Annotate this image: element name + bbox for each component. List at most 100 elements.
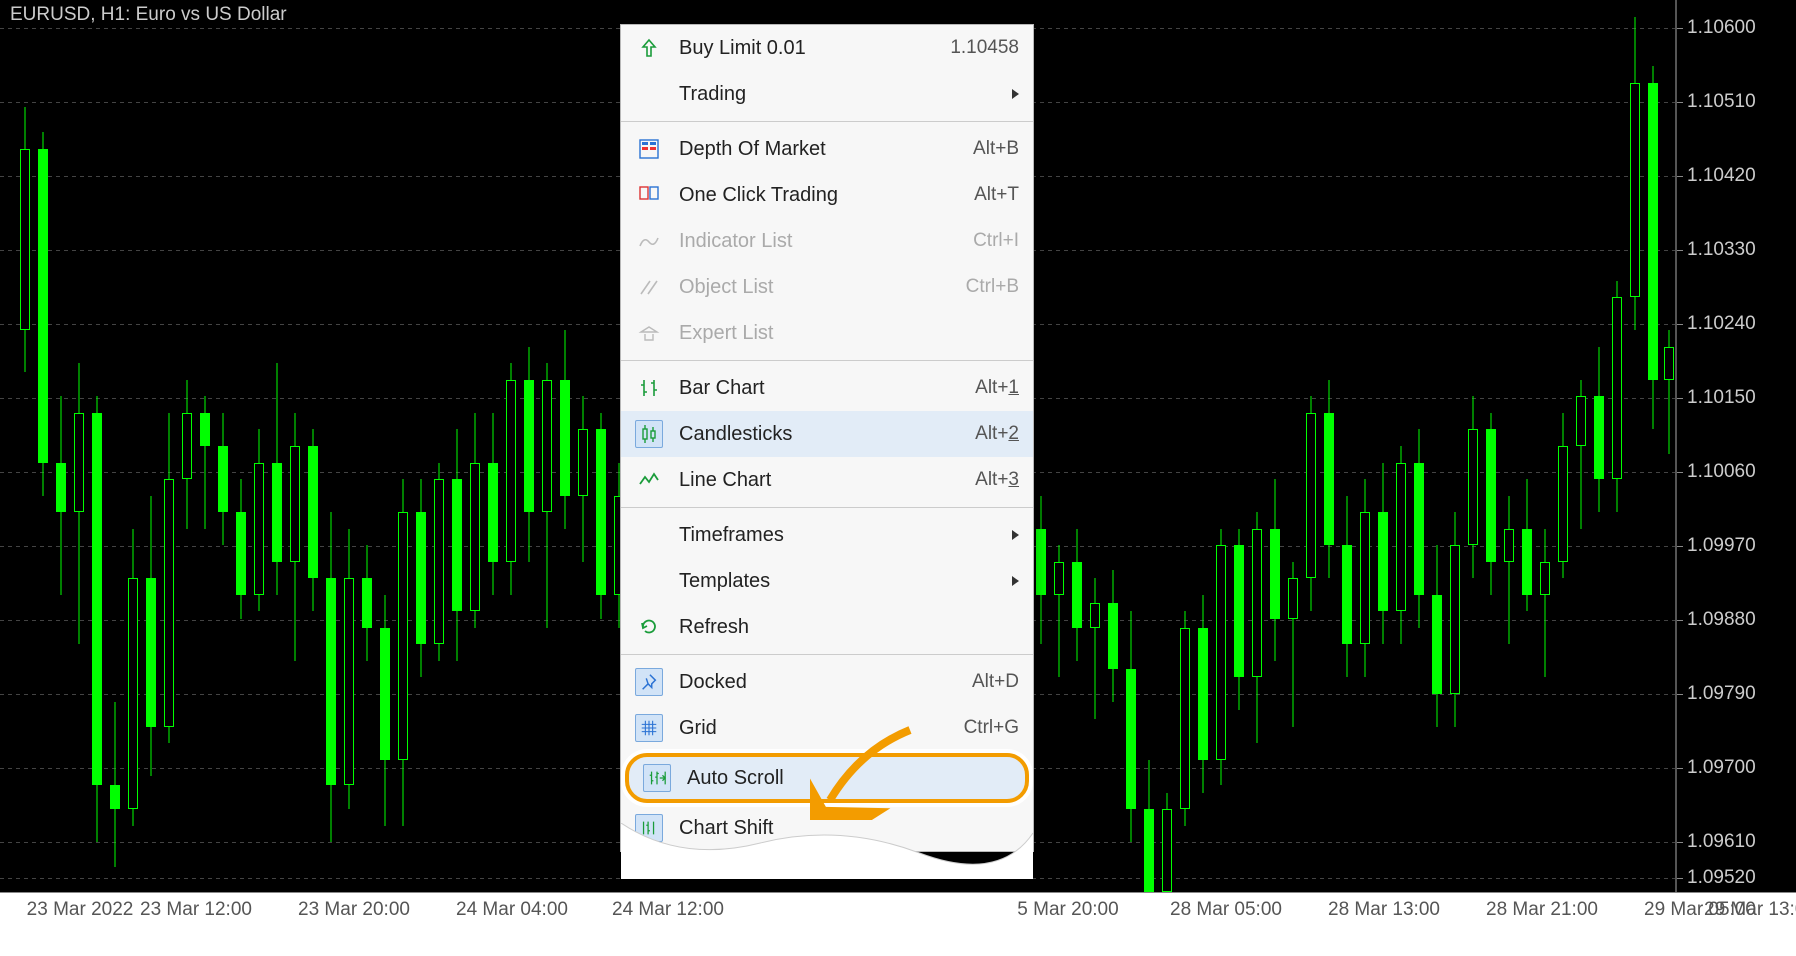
menu-label: Trading: [679, 83, 996, 106]
menu-docked[interactable]: Docked Alt+D: [621, 659, 1033, 705]
expert-icon: [635, 319, 663, 347]
price-label: 1.09520: [1687, 867, 1756, 889]
time-label: 29 Mar 13:00: [1704, 899, 1796, 921]
menu-separator: [621, 121, 1033, 122]
candle: [1144, 760, 1154, 909]
menu-label: Templates: [679, 570, 996, 593]
grid-icon: [635, 714, 663, 742]
pin-icon: [635, 668, 663, 696]
candle: [470, 413, 480, 628]
menu-line-chart[interactable]: Line Chart Alt+3: [621, 457, 1033, 503]
time-label: 28 Mar 05:00: [1170, 899, 1282, 921]
menu-separator: [621, 654, 1033, 655]
menu-templates[interactable]: Templates: [621, 558, 1033, 604]
menu-label: Candlesticks: [679, 423, 959, 446]
menu-bar-chart[interactable]: Bar Chart Alt+1: [621, 365, 1033, 411]
candle: [1234, 529, 1244, 711]
submenu-arrow-icon: [1012, 89, 1019, 99]
menu-buy-limit[interactable]: Buy Limit 0.01 1.10458: [621, 25, 1033, 71]
menu-candlesticks[interactable]: Candlesticks Alt+2: [621, 411, 1033, 457]
menu-object-list: Object List Ctrl+B: [621, 264, 1033, 310]
candle: [344, 529, 354, 810]
shortcut: Alt+1: [975, 377, 1019, 399]
candle: [254, 429, 264, 611]
candle: [1558, 413, 1568, 578]
menu-grid[interactable]: Grid Ctrl+G: [621, 705, 1033, 751]
shortcut: Ctrl+G: [964, 717, 1019, 739]
shortcut: Ctrl+I: [973, 230, 1019, 252]
price-axis: 1.106001.105101.104201.103301.102401.101…: [1676, 0, 1796, 892]
candle: [1414, 429, 1424, 627]
candle: [1648, 66, 1658, 429]
time-axis: 23 Mar 202223 Mar 12:0023 Mar 20:0024 Ma…: [0, 892, 1796, 956]
candle: [1378, 463, 1388, 645]
price-label: 1.09790: [1687, 683, 1756, 705]
candle: [380, 595, 390, 826]
candle: [488, 413, 498, 595]
menu-label: Bar Chart: [679, 377, 959, 400]
time-label: 24 Mar 12:00: [612, 899, 724, 921]
menu-timeframes[interactable]: Timeframes: [621, 512, 1033, 558]
candle: [596, 413, 606, 619]
menu-label: Grid: [679, 717, 948, 740]
candle: [1162, 793, 1172, 892]
menu-separator: [621, 360, 1033, 361]
candle: [1522, 479, 1532, 611]
menu-auto-scroll[interactable]: Auto Scroll: [625, 753, 1029, 803]
menu-torn-edge: [621, 823, 1033, 879]
shortcut: Alt+2: [975, 423, 1019, 445]
menu-trading[interactable]: Trading: [621, 71, 1033, 117]
blank-icon: [635, 567, 663, 595]
price-label: 1.09700: [1687, 757, 1756, 779]
menu-label: Object List: [679, 276, 950, 299]
candle: [218, 413, 228, 545]
shortcut: Alt+B: [973, 138, 1019, 160]
object-list-icon: [635, 273, 663, 301]
time-label: 28 Mar 13:00: [1328, 899, 1440, 921]
candle: [1216, 529, 1226, 785]
menu-label: Depth Of Market: [679, 138, 957, 161]
candle: [362, 545, 372, 661]
menu-expert-list: Expert List: [621, 310, 1033, 356]
candle: [56, 396, 66, 594]
submenu-arrow-icon: [1012, 530, 1019, 540]
blank-icon: [635, 521, 663, 549]
candlestick-icon: [635, 420, 663, 448]
candle: [1324, 380, 1334, 578]
candle: [1252, 512, 1262, 743]
candle: [1540, 529, 1550, 678]
candle: [398, 479, 408, 826]
menu-depth-of-market[interactable]: Depth Of Market Alt+B: [621, 126, 1033, 172]
menu-label: One Click Trading: [679, 184, 958, 207]
context-menu: Buy Limit 0.01 1.10458 Trading Depth Of …: [620, 24, 1034, 852]
candle: [1054, 545, 1064, 677]
menu-refresh[interactable]: Refresh: [621, 604, 1033, 650]
one-click-icon: [635, 181, 663, 209]
candle: [542, 363, 552, 627]
candle: [1504, 496, 1514, 645]
menu-label: Buy Limit 0.01: [679, 37, 934, 60]
menu-label: Refresh: [679, 616, 1019, 639]
candle: [1090, 578, 1100, 718]
candle: [1108, 570, 1118, 702]
time-label: 23 Mar 20:00: [298, 899, 410, 921]
price-label: 1.10060: [1687, 461, 1756, 483]
candle: [1612, 281, 1622, 512]
candle: [1126, 611, 1136, 842]
menu-one-click-trading[interactable]: One Click Trading Alt+T: [621, 172, 1033, 218]
candle: [1468, 396, 1478, 578]
candle: [1072, 529, 1082, 661]
candle: [524, 347, 534, 562]
depth-icon: [635, 135, 663, 163]
candle: [1630, 17, 1640, 331]
candle: [1450, 512, 1460, 727]
time-label: 23 Mar 12:00: [140, 899, 252, 921]
price-label: 1.10240: [1687, 313, 1756, 335]
submenu-arrow-icon: [1012, 576, 1019, 586]
menu-label: Line Chart: [679, 469, 959, 492]
menu-label: Timeframes: [679, 524, 996, 547]
shortcut: Alt+3: [975, 469, 1019, 491]
refresh-icon: [635, 613, 663, 641]
candle: [578, 396, 588, 561]
price-value: 1.10458: [950, 37, 1019, 59]
